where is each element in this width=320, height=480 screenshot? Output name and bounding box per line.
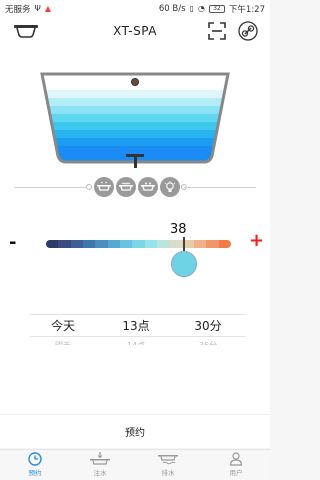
tab-drain-water-label: 排水 [161, 469, 175, 477]
slider-segment [218, 240, 231, 248]
wifi-icon: ◔ [197, 4, 205, 13]
slider-segment [70, 240, 83, 248]
temperature-value: 38 [170, 222, 187, 237]
tab-user[interactable]: 用户 [209, 452, 263, 480]
bathtub-mode-3-icon[interactable] [138, 177, 158, 197]
tab-booking-label: 预约 [28, 469, 42, 477]
schedule-time-picker[interactable]: 今天 明天 13点 14点 30分 35分 [0, 314, 270, 350]
mode-selector [0, 177, 270, 197]
bottom-tab-bar: 预约 注水 排水 用户 [0, 449, 270, 480]
bathtub-mode-1-icon[interactable] [94, 177, 114, 197]
picker-minute-selected: 30分 [194, 319, 222, 333]
tab-drain-water[interactable]: 排水 [141, 452, 195, 480]
slider-indicator [183, 237, 185, 251]
notification-icon: ▲ [44, 4, 51, 13]
temperature-slider-track[interactable] [46, 240, 231, 248]
battery-level: 32 [213, 5, 221, 12]
slider-segment [193, 240, 207, 248]
app-title: XT-SPA [113, 24, 157, 38]
slider-segment [169, 240, 182, 248]
app-bar: XT-SPA [0, 18, 270, 44]
clock-time: 下午1:27 [228, 5, 265, 15]
status-bar: 无服务 Ψ ▲ 60 B/s ▯ ◔ 32 下午1:27 [0, 0, 270, 18]
user-icon [229, 452, 243, 466]
picker-day-selected: 今天 [50, 319, 75, 333]
slider-segment [46, 240, 59, 248]
divider-left [14, 187, 86, 188]
divider-right [184, 187, 256, 188]
bathtub-icon[interactable] [14, 24, 38, 38]
decrease-temperature-button[interactable]: - [9, 232, 16, 253]
picker-hour-column[interactable]: 13点 14点 [106, 317, 166, 345]
network-speed: 60 B/s [158, 4, 186, 14]
slider-segment [119, 240, 133, 248]
vibrate-icon: ▯ [189, 4, 194, 13]
slider-segment [107, 240, 120, 248]
light-bulb-icon[interactable] [160, 177, 180, 197]
slider-segment [82, 240, 96, 248]
temperature-slider-knob[interactable] [171, 251, 197, 277]
picker-top-line [30, 314, 246, 315]
picker-day-column[interactable]: 今天 明天 [33, 317, 93, 345]
drain-water-icon [158, 455, 178, 465]
picker-hour-next: 14点 [106, 340, 166, 345]
slider-segment [58, 240, 71, 248]
slider-segment [156, 240, 170, 248]
tab-fill-water-label: 注水 [93, 469, 107, 477]
divider-dot-left [86, 184, 92, 190]
battery-icon: 32 [208, 5, 225, 13]
picker-minute-next: 35分 [178, 340, 238, 345]
slider-segment [206, 240, 219, 248]
bathtub-mode-2-icon[interactable] [116, 177, 136, 197]
main-panel: 38 - + 今天 明天 13点 14点 30分 35分 [0, 44, 270, 414]
increase-temperature-button[interactable]: + [249, 230, 264, 251]
link-icon[interactable] [238, 21, 258, 41]
tab-booking[interactable]: 预约 [8, 452, 62, 480]
bathtub-illustration [40, 72, 230, 168]
tab-user-label: 用户 [229, 469, 243, 477]
carrier-text: 无服务 [5, 5, 31, 15]
picker-day-next: 明天 [33, 340, 93, 345]
slider-segment [132, 240, 145, 248]
usb-icon: Ψ [34, 4, 41, 13]
book-button[interactable]: 预约 [0, 414, 270, 448]
scan-icon[interactable] [208, 22, 226, 40]
picker-minute-column[interactable]: 30分 35分 [178, 317, 238, 345]
tab-fill-water[interactable]: 注水 [73, 452, 127, 480]
slider-segment [95, 240, 108, 248]
clock-icon [28, 452, 42, 466]
fill-water-icon [90, 452, 110, 465]
slider-segment [144, 240, 157, 248]
picker-hour-selected: 13点 [122, 319, 150, 333]
